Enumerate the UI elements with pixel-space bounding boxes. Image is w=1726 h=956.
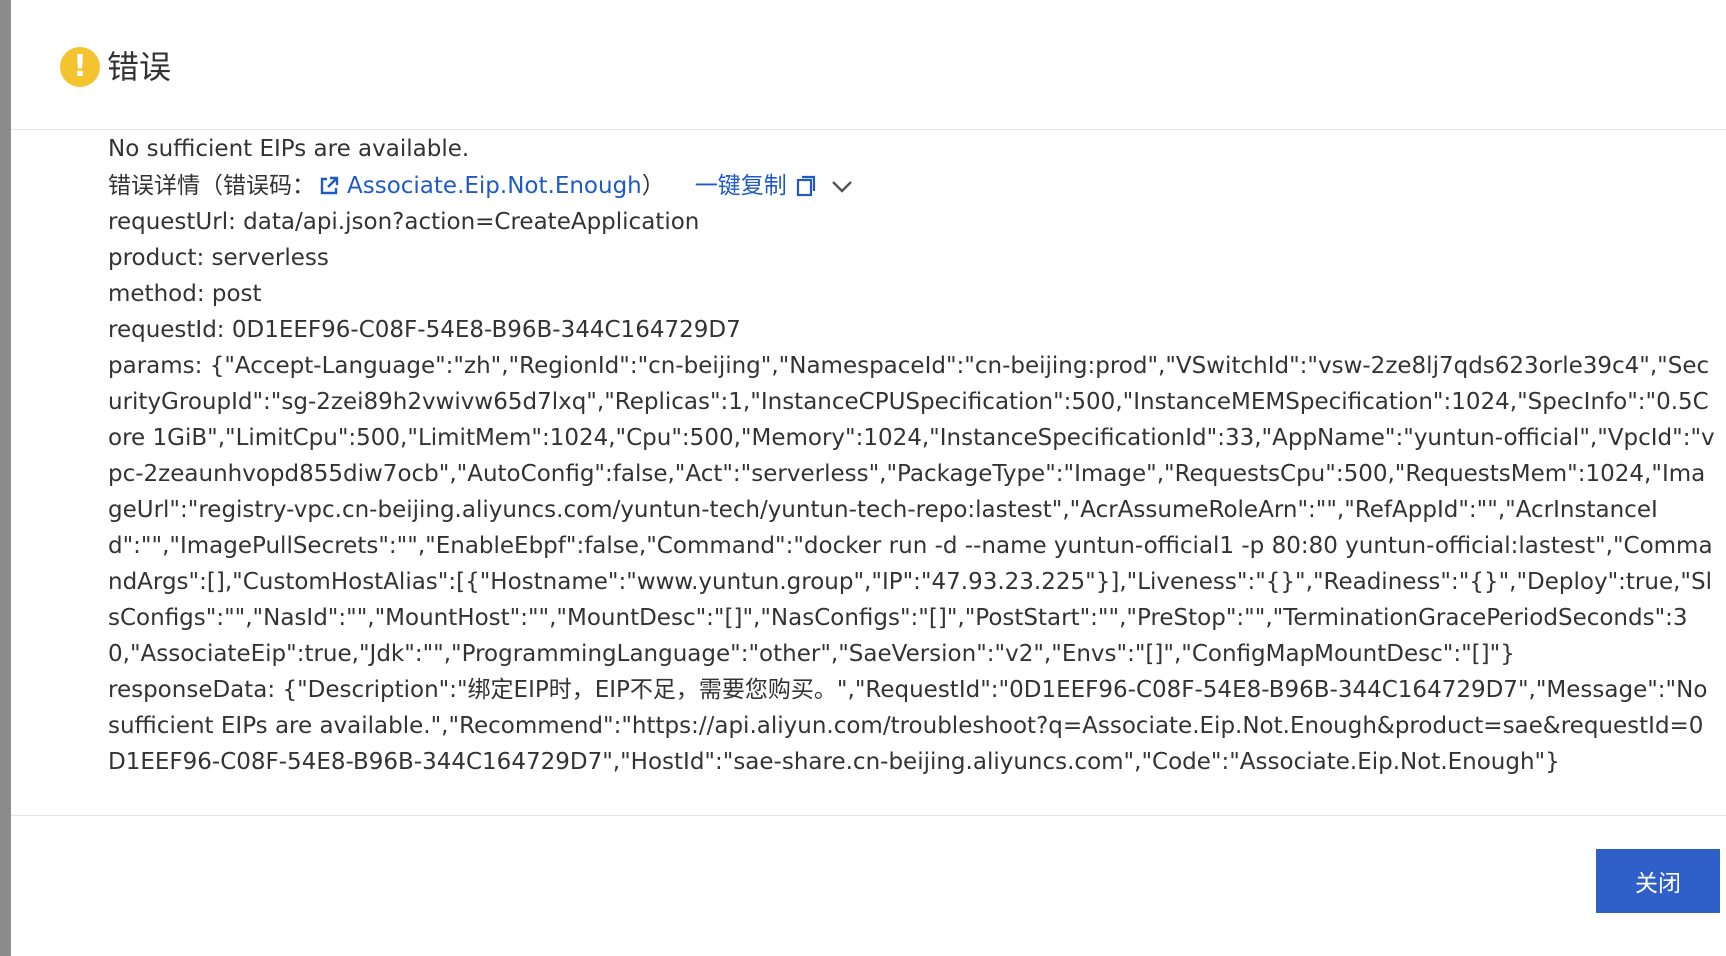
method-line: method: post bbox=[108, 281, 262, 307]
error-code-link[interactable]: Associate.Eip.Not.Enough bbox=[347, 168, 642, 204]
request-url: requestUrl: data/api.json?action=CreateA… bbox=[108, 209, 700, 235]
chevron-down-icon[interactable] bbox=[829, 173, 855, 199]
error-detail-prefix: 错误详情（错误码： bbox=[108, 172, 315, 199]
background-overlay bbox=[0, 0, 11, 956]
external-link-icon[interactable] bbox=[317, 174, 341, 198]
page: ! 错误 No sufficient EIPs are available. 错… bbox=[0, 0, 1726, 956]
warning-icon: ! bbox=[60, 47, 100, 87]
error-detail-suffix: ） bbox=[641, 172, 665, 199]
dialog-header: ! 错误 bbox=[11, 0, 1726, 130]
params-block: params: {"Accept-Language":"zh","RegionI… bbox=[108, 353, 1715, 667]
product-line: product: serverless bbox=[108, 245, 329, 271]
dialog-title: 错误 bbox=[107, 48, 172, 86]
dialog-content: No sufficient EIPs are available. 错误详情（错… bbox=[108, 131, 1718, 780]
copy-icon[interactable] bbox=[795, 174, 817, 198]
copy-button[interactable]: 一键复制 bbox=[695, 168, 787, 204]
response-data-block: responseData: {"Description":"绑定EIP时，EIP… bbox=[108, 677, 1708, 775]
close-button[interactable]: 关闭 bbox=[1596, 849, 1720, 913]
error-detail-row: 错误详情（错误码： Associate.Eip.Not.Enough ） 一键复… bbox=[108, 167, 1718, 204]
error-dialog: ! 错误 No sufficient EIPs are available. 错… bbox=[11, 0, 1726, 956]
request-id-line: requestId: 0D1EEF96-C08F-54E8-B96B-344C1… bbox=[108, 317, 741, 343]
footer-divider bbox=[11, 815, 1726, 816]
error-message: No sufficient EIPs are available. bbox=[108, 136, 470, 162]
